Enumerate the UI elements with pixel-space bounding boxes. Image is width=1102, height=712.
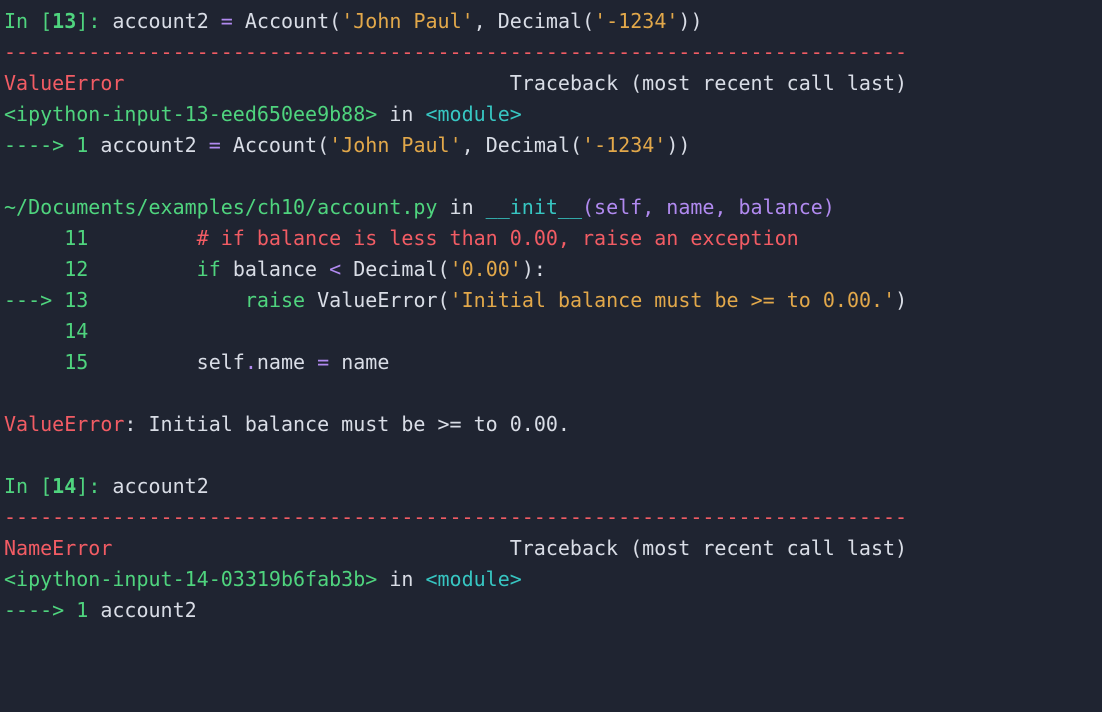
input-code-14[interactable]: account2 xyxy=(112,474,208,498)
traceback-code: account2 xyxy=(100,598,196,622)
prompt-colon: : xyxy=(88,474,112,498)
code-string-name: 'John Paul' xyxy=(341,9,473,33)
prompt-in-word: In xyxy=(4,9,40,33)
traceback-module: <module> xyxy=(425,102,521,126)
traceback-frame-path: ~/Documents/examples/ch10/account.py xyxy=(4,195,437,219)
source-lineno: 13 xyxy=(64,288,88,312)
input-prompt-13: In [13]: xyxy=(4,9,112,33)
traceback-lineno: 1 xyxy=(76,598,88,622)
code-call-account: Account xyxy=(245,9,329,33)
code-call-decimal: Decimal xyxy=(498,9,582,33)
traceback-separator: ----------------------------------------… xyxy=(4,40,907,64)
source-lineno: 12 xyxy=(4,257,88,281)
keyword-raise: raise xyxy=(245,288,305,312)
error-final-message: : Initial balance must be >= to 0.00. xyxy=(124,412,570,436)
prompt-lbracket: [ xyxy=(40,9,52,33)
code-string-amount: '-1234' xyxy=(594,9,678,33)
source-comment: # if balance is less than 0.00, raise an… xyxy=(197,226,799,250)
traceback-frame-func: __init__ xyxy=(486,195,582,219)
exception-class: ValueError xyxy=(317,288,437,312)
prompt-lbracket: [ xyxy=(40,474,52,498)
exception-message-str: 'Initial balance must be >= to 0.00.' xyxy=(450,288,896,312)
prompt-number: 13 xyxy=(52,9,76,33)
traceback-arrow: ----> xyxy=(4,133,76,157)
code-var: account2 xyxy=(112,9,220,33)
source-lineno: 11 xyxy=(4,226,88,250)
traceback-source-id: <ipython-input-13-eed650ee9b88> xyxy=(4,102,377,126)
input-prompt-14: In [14]: xyxy=(4,474,112,498)
error-final-name: ValueError xyxy=(4,412,124,436)
keyword-if: if xyxy=(197,257,221,281)
prompt-rbracket: ] xyxy=(76,474,88,498)
error-name: NameError xyxy=(4,536,112,560)
source-lineno: 15 xyxy=(4,350,88,374)
traceback-arrow: ----> xyxy=(4,598,76,622)
ipython-terminal: In [13]: account2 = Account('John Paul',… xyxy=(0,0,1102,632)
traceback-header: Traceback (most recent call last) xyxy=(112,536,907,560)
traceback-separator: ----------------------------------------… xyxy=(4,505,907,529)
prompt-colon: : xyxy=(88,9,112,33)
source-lineno: 14 xyxy=(4,319,88,343)
prompt-in-word: In xyxy=(4,474,40,498)
prompt-number: 14 xyxy=(52,474,76,498)
traceback-frame-args: (self, name, balance) xyxy=(582,195,835,219)
code-op: = xyxy=(221,9,233,33)
traceback-source-id: <ipython-input-14-03319b6fab3b> xyxy=(4,567,377,591)
traceback-lineno: 1 xyxy=(76,133,88,157)
input-code-13[interactable]: account2 = Account('John Paul', Decimal(… xyxy=(112,9,702,33)
error-name: ValueError xyxy=(4,71,124,95)
traceback-module: <module> xyxy=(425,567,521,591)
traceback-header: Traceback (most recent call last) xyxy=(124,71,907,95)
prompt-rbracket: ] xyxy=(76,9,88,33)
traceback-arrow: ---> xyxy=(4,288,64,312)
